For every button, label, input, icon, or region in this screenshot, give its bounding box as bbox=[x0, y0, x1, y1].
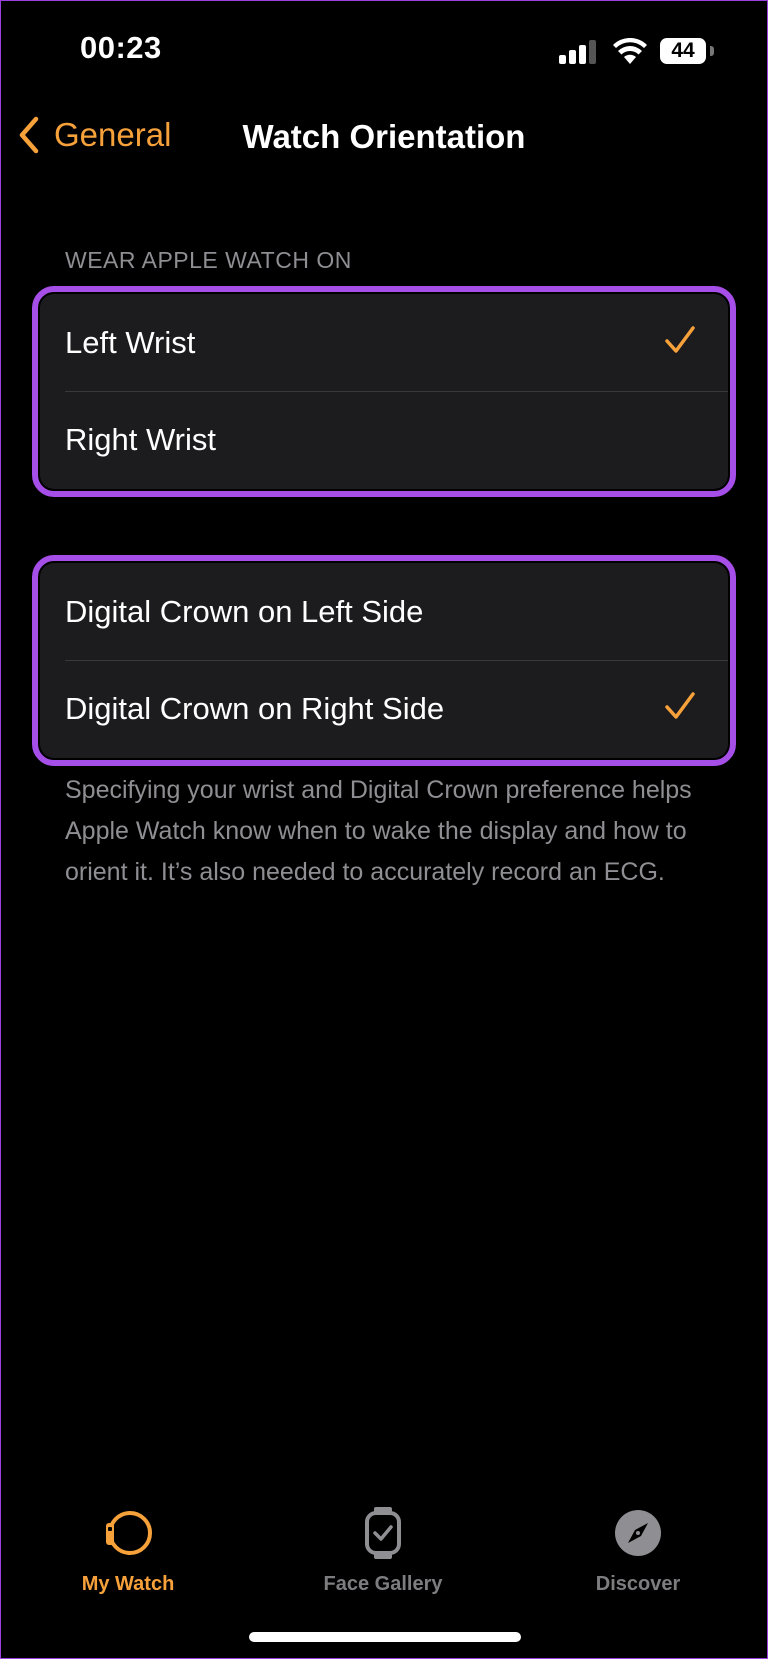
watch-face-icon bbox=[365, 1507, 401, 1559]
compass-icon bbox=[615, 1510, 661, 1556]
tab-face-gallery[interactable]: Face Gallery bbox=[283, 1505, 483, 1596]
home-indicator[interactable] bbox=[249, 1632, 521, 1642]
option-crown-right[interactable]: Digital Crown on Right Side bbox=[40, 660, 728, 757]
status-time: 00:23 bbox=[80, 30, 162, 65]
option-label: Digital Crown on Right Side bbox=[65, 690, 445, 726]
battery-tip bbox=[710, 46, 714, 56]
option-left-wrist[interactable]: Left Wrist bbox=[40, 294, 728, 391]
option-right-wrist[interactable]: Right Wrist bbox=[40, 391, 728, 488]
cellular-signal-icon bbox=[559, 40, 599, 64]
tab-label: Discover bbox=[595, 1573, 681, 1595]
tab-my-watch[interactable]: My Watch bbox=[28, 1505, 228, 1596]
footer-description: Specifying your wrist and Digital Crown … bbox=[65, 776, 692, 886]
wifi-icon bbox=[613, 38, 647, 64]
checkmark-icon bbox=[665, 692, 695, 719]
watch-icon bbox=[106, 1511, 152, 1555]
option-label: Right Wrist bbox=[65, 421, 217, 457]
crown-options-group: Digital Crown on Left Side Digital Crown… bbox=[32, 555, 736, 766]
page-title: Watch Orientation bbox=[242, 118, 526, 155]
wrist-options-group: Left Wrist Right Wrist bbox=[32, 286, 736, 497]
tab-label: Face Gallery bbox=[323, 1573, 443, 1595]
option-crown-left[interactable]: Digital Crown on Left Side bbox=[40, 563, 728, 660]
section-header: WEAR APPLE WATCH ON bbox=[65, 247, 352, 273]
battery-icon: 44 bbox=[660, 38, 706, 64]
tab-label: My Watch bbox=[81, 1573, 175, 1595]
option-label: Left Wrist bbox=[65, 324, 196, 360]
option-label: Digital Crown on Left Side bbox=[65, 593, 424, 629]
tab-discover[interactable]: Discover bbox=[538, 1505, 738, 1596]
checkmark-icon bbox=[665, 326, 695, 353]
